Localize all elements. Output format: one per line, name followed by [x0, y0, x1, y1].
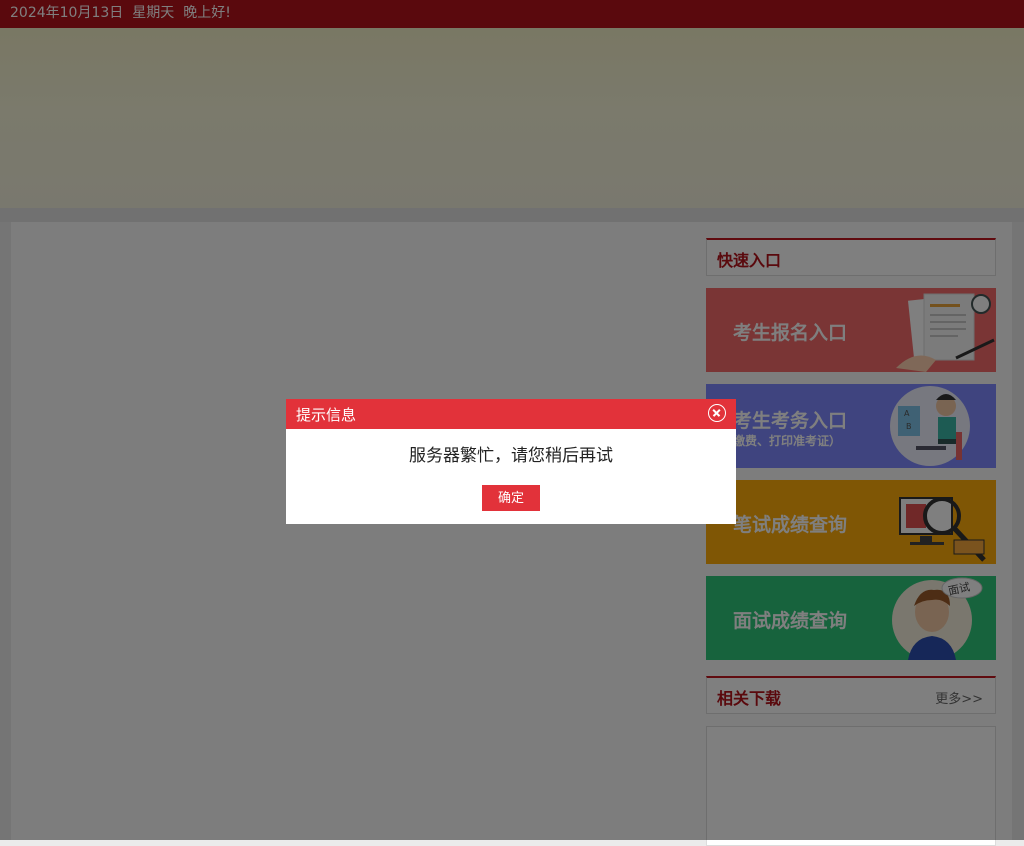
dialog-message: 服务器繁忙，请您稍后再试 [409, 446, 613, 466]
dialog-title: 提示信息 [296, 406, 357, 424]
close-icon[interactable] [708, 404, 726, 422]
confirm-button[interactable]: 确定 [482, 485, 540, 511]
dialog-header: 提示信息 [286, 399, 736, 429]
alert-dialog: 提示信息 服务器繁忙，请您稍后再试 确定 [286, 399, 736, 524]
